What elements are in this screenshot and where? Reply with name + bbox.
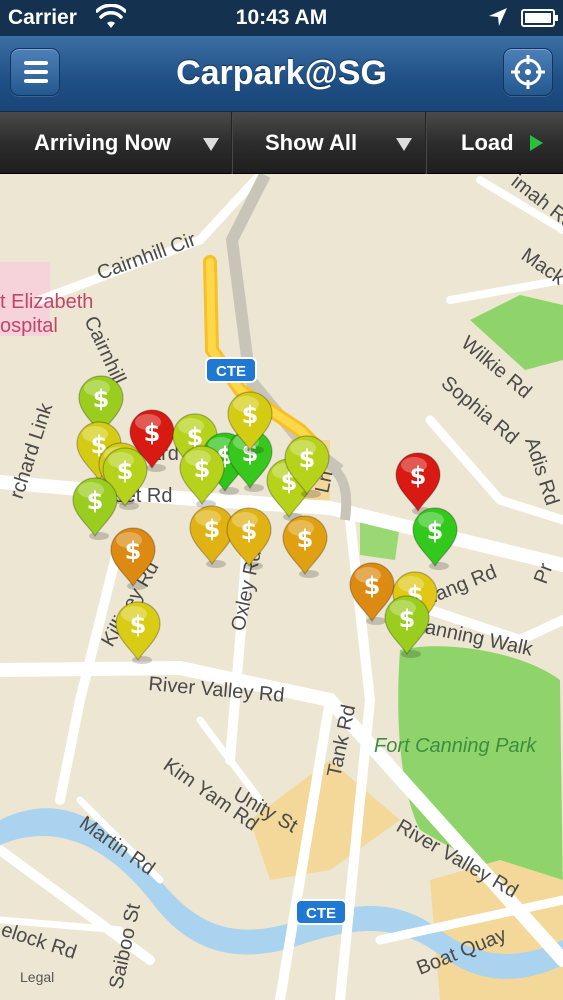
dollar-icon: $	[399, 605, 416, 633]
navigation-bar: Carpark@SG	[0, 36, 563, 112]
dollar-icon: $	[242, 401, 259, 429]
arriving-now-dropdown[interactable]: Arriving Now	[0, 112, 231, 174]
dollar-icon: $	[117, 457, 134, 485]
dollar-icon: $	[93, 385, 110, 413]
dropdown-arrow-icon	[396, 138, 412, 151]
load-label: Load	[461, 130, 514, 155]
svg-text:CTE: CTE	[306, 905, 336, 922]
play-arrow-icon	[530, 135, 543, 151]
legal-link[interactable]: Legal	[20, 969, 54, 985]
svg-text:CTE: CTE	[216, 363, 246, 380]
dollar-icon: $	[204, 515, 221, 543]
arriving-now-label: Arriving Now	[34, 130, 171, 155]
dollar-icon: $	[297, 525, 314, 553]
page-title: Carpark@SG	[176, 54, 387, 92]
map-view[interactable]: Cairnhill Cir Cairnhill rchard Link rset…	[0, 174, 563, 1000]
crosshair-icon	[511, 55, 545, 89]
park-label: Fort Canning Park	[374, 735, 537, 757]
poi-label: ospital	[0, 315, 58, 337]
poi-label: t Elizabeth	[0, 291, 93, 313]
load-button[interactable]: Load	[427, 112, 563, 174]
dollar-icon: $	[364, 572, 381, 600]
dollar-icon: $	[144, 419, 161, 447]
status-bar: Carrier 10:43 AM	[0, 0, 563, 36]
dollar-icon: $	[194, 455, 211, 483]
map-canvas[interactable]: Cairnhill Cir Cairnhill rchard Link rset…	[0, 174, 563, 1000]
dollar-icon: $	[87, 487, 104, 515]
dollar-icon: $	[241, 517, 258, 545]
show-all-dropdown[interactable]: Show All	[233, 112, 425, 174]
highway-shield: CTE	[295, 899, 347, 925]
location-services-icon	[489, 8, 507, 26]
battery-icon	[521, 9, 558, 27]
show-all-label: Show All	[265, 130, 358, 155]
dropdown-arrow-icon	[203, 138, 219, 151]
clock: 10:43 AM	[235, 6, 328, 29]
dollar-icon: $	[410, 462, 427, 490]
filter-toolbar: Arriving Now Show All Load	[0, 112, 563, 174]
highway-shield: CTE	[205, 357, 257, 383]
dollar-icon: $	[130, 611, 147, 639]
dollar-icon: $	[427, 517, 444, 545]
dollar-icon: $	[125, 537, 142, 565]
dollar-icon: $	[299, 445, 316, 473]
locate-button[interactable]	[503, 48, 553, 96]
